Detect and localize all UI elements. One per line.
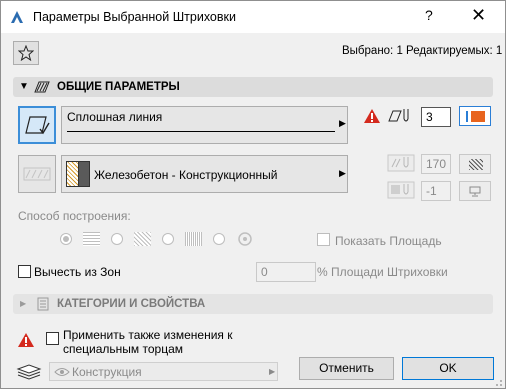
dropdown-arrow-icon: ▶ bbox=[339, 168, 346, 178]
fill-swatch-dark bbox=[78, 161, 90, 187]
subtract-zones-label: Вычесть из Зон bbox=[34, 265, 121, 279]
dropdown-arrow-icon: ▶ bbox=[339, 118, 346, 128]
construction-method-label: Способ построения: bbox=[18, 209, 131, 223]
warning-icon bbox=[18, 333, 34, 347]
categories-section-label: КАТЕГОРИИ И СВОЙСТВА bbox=[57, 298, 206, 310]
construction-radio-3 bbox=[162, 233, 174, 245]
ok-button[interactable]: OK bbox=[402, 357, 494, 380]
expand-triangle-icon: ▶ bbox=[20, 299, 27, 308]
pen-number-field[interactable]: 3 bbox=[421, 107, 451, 127]
line-tool-toggle[interactable] bbox=[18, 106, 56, 144]
construction-option-icon-3 bbox=[185, 232, 202, 246]
fill-pen-icon bbox=[387, 154, 415, 172]
window-title: Параметры Выбранной Штриховки bbox=[33, 10, 236, 24]
subtract-percent-label: % Площади Штриховки bbox=[317, 265, 448, 279]
fill-pattern-disabled-icon bbox=[23, 167, 51, 181]
subtract-zones-checkbox[interactable] bbox=[18, 265, 31, 278]
fill-type-dropdown[interactable]: Железобетон - Конструкционный ▶ bbox=[61, 155, 348, 193]
cancel-button[interactable]: Отменить bbox=[299, 357, 394, 380]
line-type-dropdown[interactable]: Сплошная линия ▶ bbox=[61, 106, 348, 144]
background-pen-color-button bbox=[459, 181, 491, 201]
categories-section-header[interactable]: ▶ КАТЕГОРИИ И СВОЙСТВА bbox=[13, 294, 493, 314]
construction-option-icon-4 bbox=[238, 232, 252, 246]
document-list-icon bbox=[37, 297, 49, 311]
close-button[interactable]: ✕ bbox=[471, 5, 486, 26]
monitor-icon bbox=[469, 186, 481, 197]
layer-name-label: Конструкция bbox=[72, 365, 142, 379]
help-button[interactable]: ? bbox=[425, 7, 433, 23]
subtract-percent-field: 0 bbox=[256, 262, 316, 282]
general-section-label: ОБЩИЕ ПАРАМЕТРЫ bbox=[57, 81, 180, 93]
pen-color-swatch-orange bbox=[471, 111, 485, 122]
show-area-label: Показать Площадь bbox=[335, 234, 442, 248]
construction-radio-4 bbox=[213, 233, 225, 245]
pen-icon bbox=[388, 109, 409, 122]
construction-radio-1 bbox=[60, 233, 72, 245]
radio-dot bbox=[63, 236, 69, 242]
fill-pattern-preview bbox=[469, 159, 483, 170]
fill-tool-icon bbox=[34, 81, 50, 93]
construction-option-icon-1 bbox=[83, 232, 100, 246]
favorites-button[interactable] bbox=[13, 41, 39, 65]
fill-pen-field: 170 bbox=[421, 154, 451, 174]
eye-icon bbox=[54, 368, 70, 376]
show-area-checkbox bbox=[317, 233, 330, 246]
general-section-header[interactable]: ▼ ОБЩИЕ ПАРАМЕТРЫ bbox=[13, 77, 493, 97]
construction-radio-2 bbox=[111, 233, 123, 245]
pen-color-swatch bbox=[466, 111, 468, 122]
apply-end-faces-label-1: Применить также изменения к bbox=[63, 328, 233, 342]
fill-pen-color-button bbox=[459, 154, 491, 174]
dialog-window: Параметры Выбранной Штриховки ? ✕ Выбран… bbox=[0, 0, 506, 389]
construction-option-icon-2 bbox=[134, 232, 151, 246]
apply-end-faces-checkbox[interactable] bbox=[46, 332, 59, 345]
background-pen-icon bbox=[387, 181, 415, 199]
apply-end-faces-label-2: специальным торцам bbox=[63, 342, 184, 356]
resize-grip-icon[interactable] bbox=[493, 377, 503, 387]
line-type-label: Сплошная линия bbox=[67, 110, 163, 124]
layer-dropdown: Конструкция ▶ bbox=[49, 362, 278, 381]
warning-icon bbox=[364, 109, 380, 123]
dropdown-arrow-icon: ▶ bbox=[269, 367, 276, 376]
star-icon bbox=[17, 44, 35, 62]
fill-name-label: Железобетон - Конструкционный bbox=[94, 168, 278, 182]
solid-line-preview bbox=[67, 131, 335, 132]
archicad-app-icon bbox=[11, 11, 23, 23]
layers-icon bbox=[16, 364, 42, 380]
selection-status: Выбрано: 1 Редактируемых: 1 bbox=[342, 45, 503, 57]
fill-pattern-toggle bbox=[18, 155, 56, 193]
pen-color-button[interactable] bbox=[459, 106, 491, 126]
title-bar: Параметры Выбранной Штриховки ? ✕ bbox=[1, 1, 505, 33]
fill-contour-icon bbox=[25, 116, 50, 135]
background-pen-field: -1 bbox=[421, 181, 451, 201]
collapse-triangle-icon: ▼ bbox=[19, 81, 29, 92]
